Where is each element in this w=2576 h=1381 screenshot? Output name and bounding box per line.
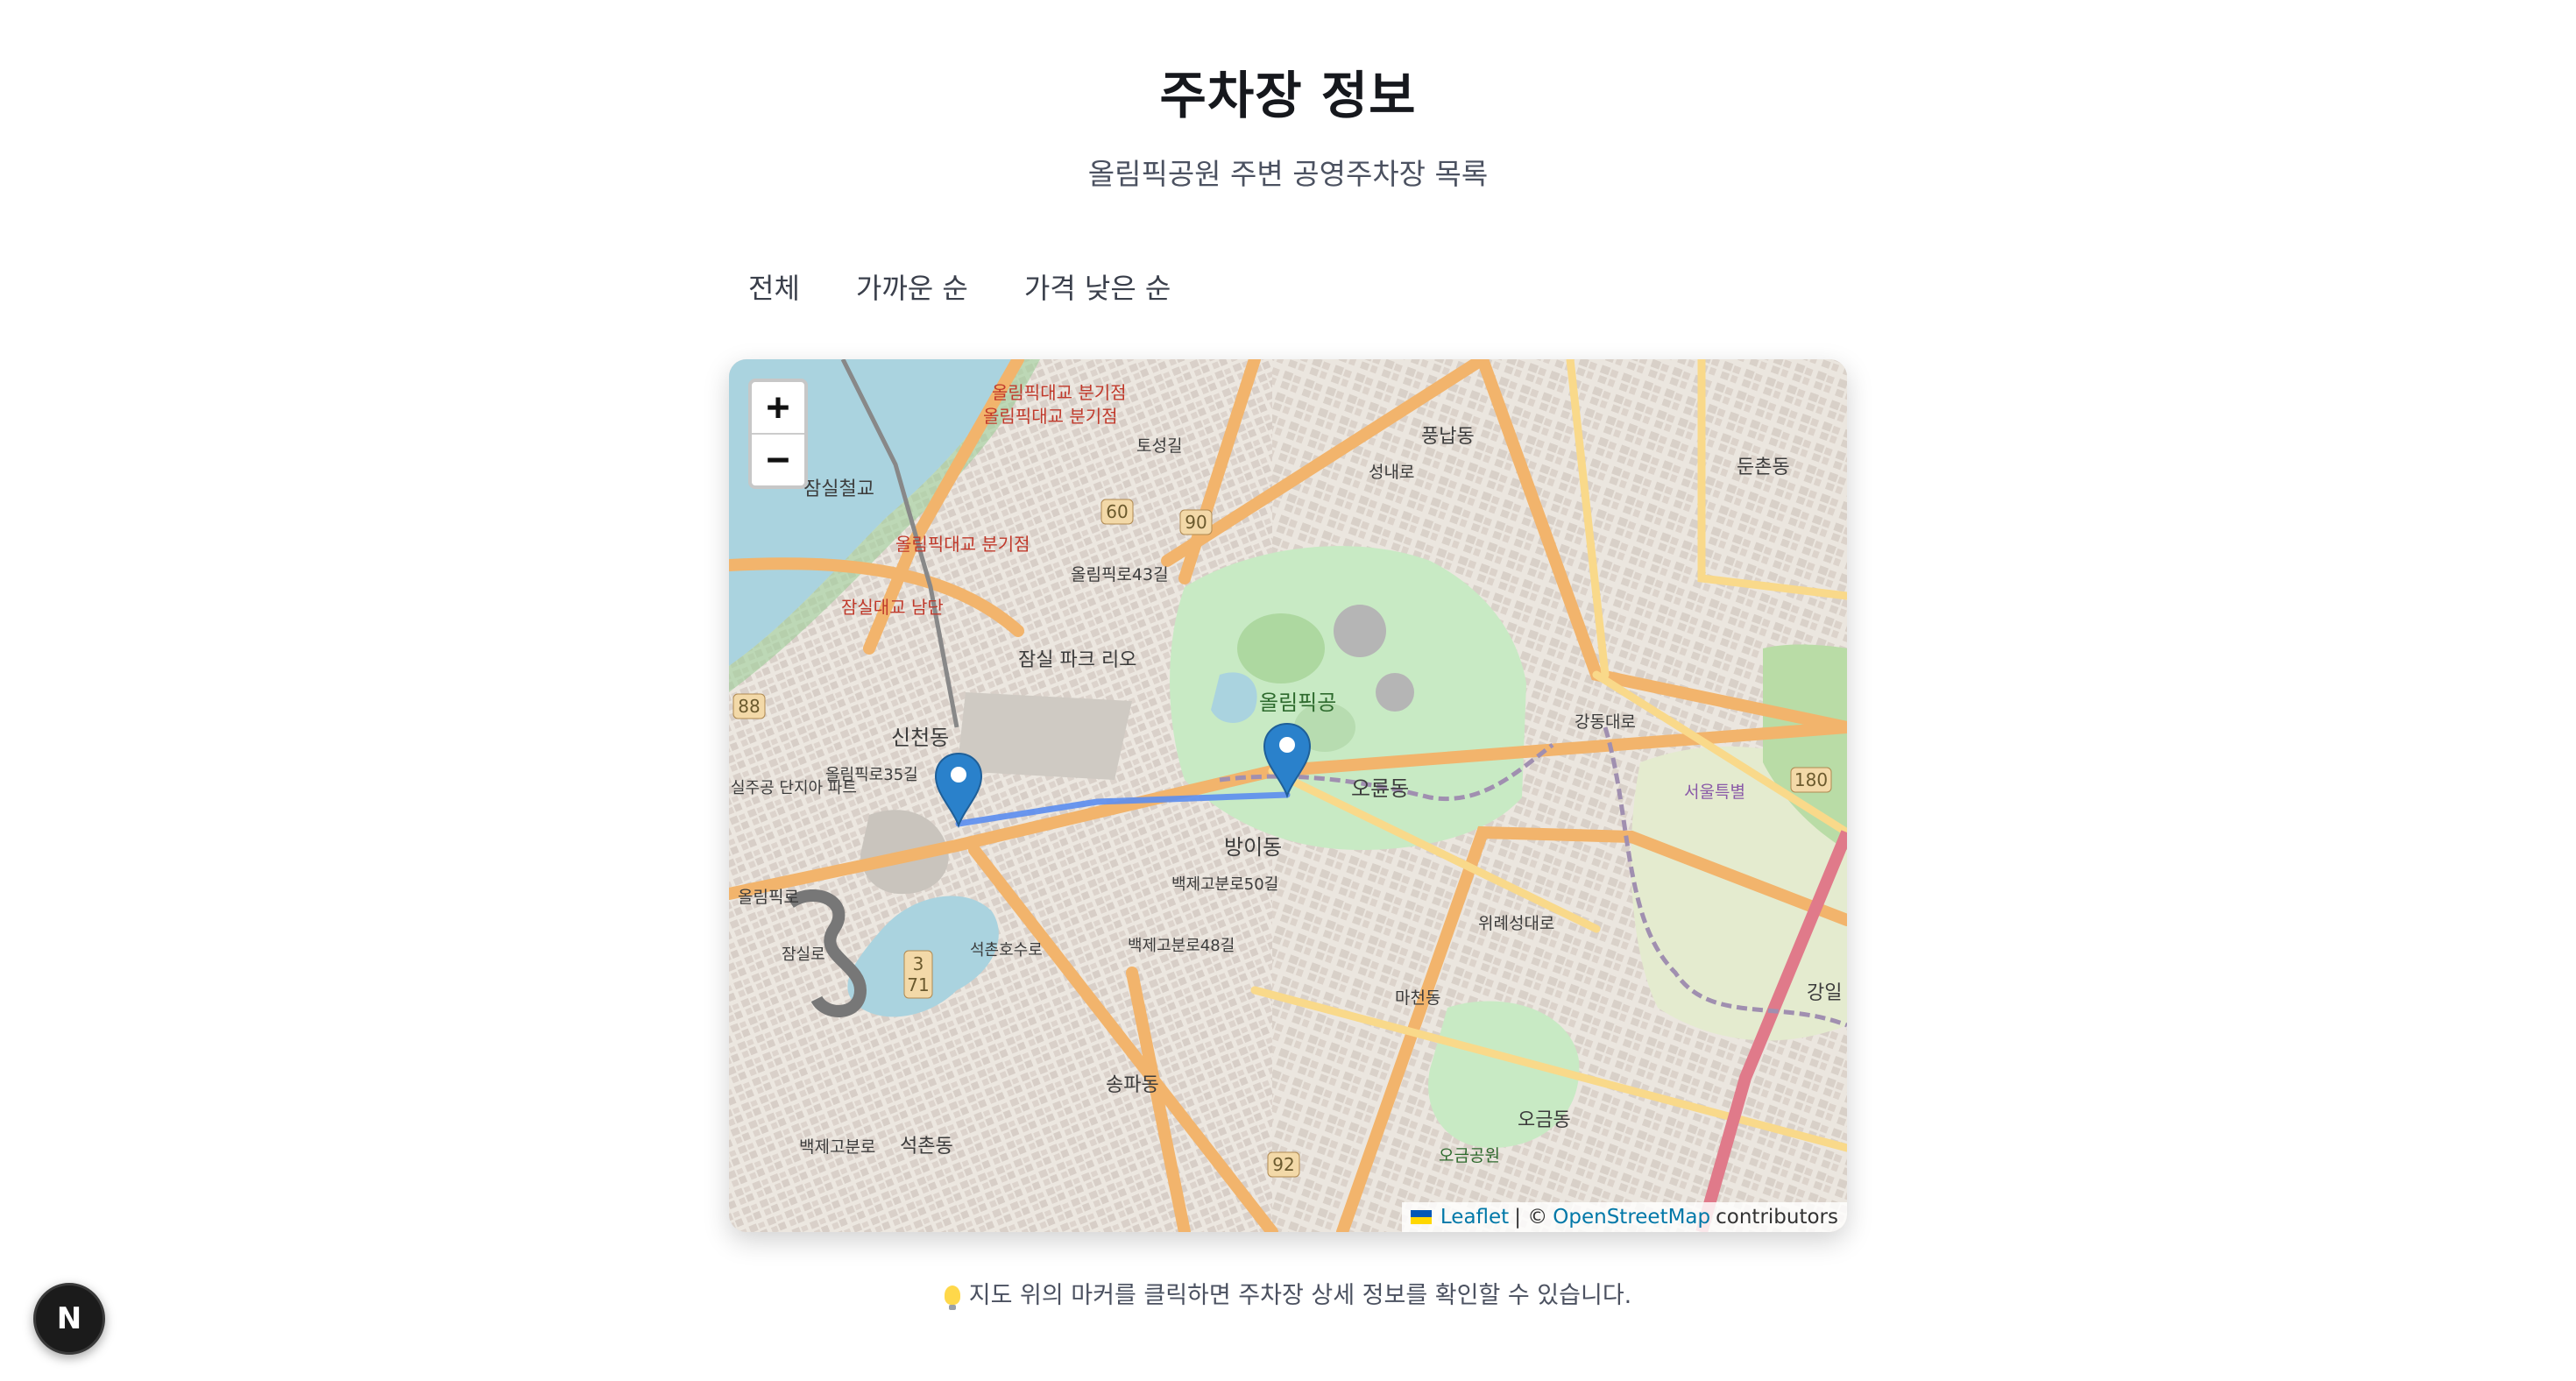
tab-nearest[interactable]: 가까운 순 bbox=[835, 261, 989, 312]
page-title: 주차장 정보 bbox=[1159, 66, 1417, 125]
map-tiles[interactable]: 60 90 88 180 92 3 71 올림픽대교 분기점 올림픽대교 분기점… bbox=[729, 359, 1847, 1232]
map-label-olympic-43: 올림픽로43길 bbox=[1071, 565, 1169, 584]
map-label-jamsil-bridge: 잠실철교 bbox=[803, 478, 874, 500]
map-label-macheon: 마천동 bbox=[1395, 988, 1440, 1008]
page-subtitle: 올림픽공원 주변 공영주차장 목록 bbox=[1087, 157, 1489, 191]
map-hint-text: 지도 위의 마커를 클릭하면 주차장 상세 정보를 확인할 수 있습니다. bbox=[968, 1282, 1632, 1309]
map-label-gangil: 강일 bbox=[1807, 982, 1842, 1004]
map-label-jamsil-park: 잠실 파크 리오 bbox=[1018, 649, 1136, 671]
lightbulb-icon bbox=[944, 1285, 960, 1310]
map-label-tosung: 토성길 bbox=[1136, 436, 1182, 456]
map-label-baekje-48: 백제고분로48길 bbox=[1128, 937, 1235, 955]
map-label-olympic-bridge-3: 올림픽대교 분기점 bbox=[895, 534, 1030, 555]
route-90-label: 90 bbox=[1185, 512, 1207, 533]
parking-map[interactable]: 60 90 88 180 92 3 71 올림픽대교 분기점 올림픽대교 분기점… bbox=[729, 359, 1847, 1232]
map-label-baekje-ro: 백제고분로 bbox=[799, 1137, 875, 1157]
osm-link[interactable]: OpenStreetMap bbox=[1553, 1206, 1710, 1229]
zoom-control: + − bbox=[748, 379, 808, 489]
route-180-label: 180 bbox=[1794, 769, 1828, 790]
map-label-bangi: 방이동 bbox=[1224, 835, 1282, 860]
map-attribution: Leaflet | © OpenStreetMap contributors bbox=[1401, 1202, 1847, 1232]
map-label-olympic-park: 올림픽공 bbox=[1259, 690, 1336, 715]
map-label-gangdong: 강동대로 bbox=[1575, 712, 1636, 732]
route-92-label: 92 bbox=[1272, 1154, 1294, 1175]
nextjs-dev-badge[interactable]: N bbox=[33, 1283, 105, 1355]
attribution-suffix: contributors bbox=[1716, 1206, 1838, 1229]
map-label-olympic-bridge-1: 올림픽대교 분기점 bbox=[992, 382, 1127, 403]
map-label-ogeum: 오금동 bbox=[1518, 1109, 1571, 1131]
zoom-in-button[interactable]: + bbox=[752, 382, 804, 433]
page: 주차장 정보 올림픽공원 주변 공영주차장 목록 전체 가까운 순 가격 낮은 … bbox=[0, 0, 2576, 1381]
route-3-label: 3 bbox=[913, 953, 924, 974]
tab-cheapest[interactable]: 가격 낮은 순 bbox=[1003, 261, 1192, 312]
map-label-orryun: 오륜동 bbox=[1351, 776, 1409, 801]
map-label-seokchon-lake: 석촌호수로 bbox=[970, 941, 1043, 960]
attribution-separator: | © bbox=[1514, 1206, 1548, 1229]
map-label-wirye: 위례성대로 bbox=[1478, 914, 1554, 933]
route-88-label: 88 bbox=[738, 696, 760, 717]
map-label-baekje-50: 백제고분로50길 bbox=[1171, 875, 1278, 894]
route-71-label: 71 bbox=[907, 974, 929, 995]
map-label-jamsil-apt: 실주공 단지아 파트 bbox=[731, 779, 857, 797]
ukraine-flag-icon bbox=[1410, 1210, 1432, 1224]
tab-all[interactable]: 전체 bbox=[727, 261, 821, 312]
map-label-dunchon: 둔촌동 bbox=[1737, 457, 1790, 478]
route-60-label: 60 bbox=[1106, 501, 1128, 522]
map-label-seoul: 서울특별 bbox=[1684, 783, 1745, 802]
map-label-seokchon: 석촌동 bbox=[900, 1136, 953, 1158]
map-hint: 지도 위의 마커를 클릭하면 주차장 상세 정보를 확인할 수 있습니다. bbox=[0, 1276, 2576, 1310]
map-label-songpa: 송파동 bbox=[1106, 1074, 1159, 1096]
sort-tabs: 전체 가까운 순 가격 낮은 순 bbox=[727, 261, 1206, 312]
zoom-out-button[interactable]: − bbox=[752, 433, 804, 485]
leaflet-link[interactable]: Leaflet bbox=[1440, 1206, 1509, 1229]
map-label-seongnae-road: 성내로 bbox=[1369, 463, 1414, 482]
map-label-olympic-ro: 올림픽로 bbox=[738, 888, 799, 907]
map-label-ogeum-park: 오금공원 bbox=[1439, 1146, 1500, 1165]
map-label-pungnap: 풍납동 bbox=[1421, 426, 1475, 448]
map-label-jamsil-bridge-south: 잠실대교 남단 bbox=[841, 597, 944, 618]
map-label-olympic-bridge-2: 올림픽대교 분기점 bbox=[983, 406, 1118, 427]
map-label-sincheon: 신천동 bbox=[891, 726, 949, 750]
map-label-jamsil-ro: 잠실로 bbox=[782, 945, 825, 964]
